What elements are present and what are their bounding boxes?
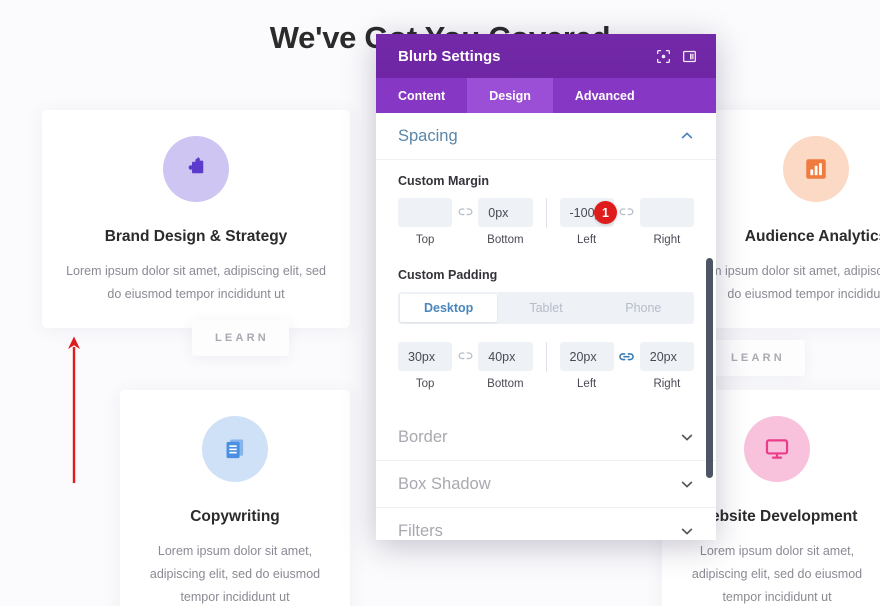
tab-design[interactable]: Design: [467, 78, 553, 113]
padding-left-input[interactable]: 20px: [559, 342, 614, 371]
tab-advanced[interactable]: Advanced: [553, 78, 657, 113]
document-stack-icon: [202, 416, 268, 482]
margin-left-caption: Left: [577, 234, 597, 246]
bar-chart-icon: [783, 136, 849, 202]
padding-right-caption: Right: [653, 378, 681, 390]
margin-horizontal-pair: -100px Left Right: [559, 198, 694, 246]
step-badge-1: 1: [594, 201, 617, 224]
annotation-arrow-up-icon: [66, 335, 82, 485]
padding-right-field-wrap: 20px Right: [639, 342, 694, 390]
section-title: Box Shadow: [398, 474, 491, 493]
padding-bottom-field-wrap: 40px Bottom: [478, 342, 533, 390]
section-title: Border: [398, 427, 448, 446]
tab-content[interactable]: Content: [376, 78, 467, 113]
device-tab-desktop[interactable]: Desktop: [400, 294, 498, 322]
blurb-card-title: Brand Design & Strategy: [104, 228, 288, 245]
blurb-card-title: Copywriting: [190, 508, 280, 525]
padding-left-field-wrap: 20px Left: [559, 342, 614, 390]
padding-horizontal-pair: 20px Left 20px Right: [559, 342, 694, 390]
section-header-filters[interactable]: Filters: [376, 508, 716, 540]
chevron-up-icon: [680, 129, 694, 143]
margin-top-field-wrap: Top: [398, 198, 453, 246]
blurb-card-body: Lorem ipsum dolor sit amet, adipiscing e…: [66, 264, 326, 302]
padding-horizontal-link-icon[interactable]: [614, 342, 640, 371]
blurb-card-body: Lorem ipsum dolor sit amet, adipiscing e…: [149, 544, 321, 605]
custom-margin-label: Custom Margin: [398, 174, 489, 188]
modal-scroll-area: Spacing Custom Margin Top 0px Bottom -10…: [376, 113, 716, 540]
margin-bottom-field-wrap: 0px Bottom: [478, 198, 533, 246]
margin-divider: [545, 198, 547, 228]
device-tab-phone[interactable]: Phone: [595, 294, 692, 322]
chevron-down-icon: [680, 477, 694, 491]
margin-horizontal-unlink-icon[interactable]: [614, 198, 640, 227]
padding-right-input[interactable]: 20px: [639, 342, 694, 371]
modal-title: Blurb Settings: [398, 47, 501, 65]
padding-vertical-pair: 30px Top 40px Bottom: [398, 342, 533, 390]
chevron-down-icon: [680, 524, 694, 538]
modal-tab-bar: Content Design Advanced: [376, 78, 716, 113]
margin-vertical-unlink-icon[interactable]: [452, 198, 478, 227]
margin-bottom-input[interactable]: 0px: [478, 198, 533, 227]
padding-vertical-unlink-icon[interactable]: [452, 342, 478, 371]
margin-right-caption: Right: [653, 234, 681, 246]
learn-button[interactable]: LEARN: [708, 340, 805, 376]
padding-top-caption: Top: [415, 378, 435, 390]
custom-padding-label: Custom Padding: [398, 268, 498, 282]
modal-scrollbar[interactable]: [705, 113, 713, 540]
panel-layout-icon[interactable]: [676, 44, 702, 68]
device-tab-bar: Desktop Tablet Phone: [398, 292, 694, 324]
blurb-card-copywriting[interactable]: Copywriting Lorem ipsum dolor sit amet, …: [120, 390, 350, 606]
padding-top-field-wrap: 30px Top: [398, 342, 453, 390]
blurb-settings-modal: Blurb Settings Content Design Advanced S…: [376, 34, 716, 540]
chevron-down-icon: [680, 430, 694, 444]
section-header-spacing[interactable]: Spacing: [376, 113, 716, 160]
blurb-card-body: Lorem ipsum dolor sit amet, adipiscing e…: [691, 544, 863, 605]
blurb-card-brand-design-strategy[interactable]: Brand Design & Strategy Lorem ipsum dolo…: [42, 110, 350, 328]
padding-divider: [545, 342, 547, 372]
padding-bottom-caption: Bottom: [487, 378, 524, 390]
expand-icon[interactable]: [650, 44, 676, 68]
device-tab-tablet[interactable]: Tablet: [497, 294, 594, 322]
padding-bottom-input[interactable]: 40px: [478, 342, 533, 371]
padding-top-input[interactable]: 30px: [398, 342, 453, 371]
modal-titlebar: Blurb Settings: [376, 34, 716, 78]
screenshot-stage: We've Got You Covered Brand Design & Str…: [0, 0, 880, 606]
margin-right-input[interactable]: [639, 198, 694, 227]
section-header-box-shadow[interactable]: Box Shadow: [376, 461, 716, 508]
padding-left-caption: Left: [577, 378, 597, 390]
learn-button[interactable]: LEARN: [192, 320, 289, 356]
margin-right-field-wrap: Right: [639, 198, 694, 246]
margin-top-caption: Top: [415, 234, 435, 246]
margin-top-input[interactable]: [398, 198, 453, 227]
spacing-section-body: Custom Margin Top 0px Bottom -100px Left…: [376, 160, 716, 414]
scrollbar-thumb[interactable]: [706, 258, 713, 478]
custom-padding-row: 30px Top 40px Bottom 20px Left 20px Righ…: [398, 342, 694, 390]
monitor-icon: [744, 416, 810, 482]
section-title: Filters: [398, 521, 443, 540]
puzzle-piece-icon: [163, 136, 229, 202]
margin-vertical-pair: Top 0px Bottom: [398, 198, 533, 246]
section-title: Spacing: [398, 126, 458, 145]
section-header-border[interactable]: Border: [376, 414, 716, 461]
margin-bottom-caption: Bottom: [487, 234, 524, 246]
custom-margin-row: Top 0px Bottom -100px Left Right 1: [398, 198, 694, 246]
